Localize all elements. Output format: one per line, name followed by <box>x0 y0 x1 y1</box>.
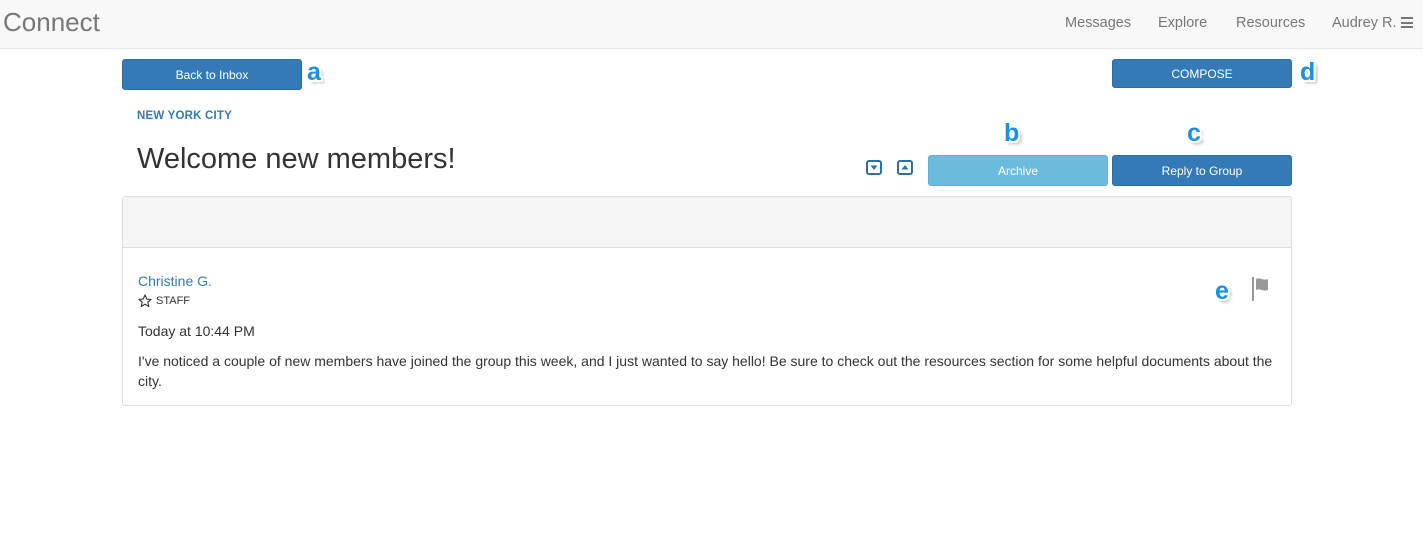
annotation-marker-e: e <box>1215 277 1229 305</box>
chevron-down-icon <box>870 165 878 170</box>
nav-explore[interactable]: Explore <box>1158 15 1207 31</box>
next-message-button[interactable] <box>866 160 882 175</box>
user-menu[interactable]: Audrey R. <box>1332 15 1414 31</box>
app-brand[interactable]: Connect <box>3 7 100 38</box>
annotation-marker-b: b <box>1004 119 1020 147</box>
nav-resources[interactable]: Resources <box>1236 15 1305 31</box>
chevron-up-icon <box>901 165 909 170</box>
star-outline-icon <box>138 294 152 308</box>
author-role-label: STAFF <box>156 295 191 307</box>
previous-message-button[interactable] <box>897 160 913 175</box>
top-navbar: Connect Messages Explore Resources Audre… <box>0 0 1423 49</box>
flag-message-button[interactable] <box>1251 277 1275 301</box>
author-role: STAFF <box>138 294 190 308</box>
annotation-marker-a: a <box>307 58 321 86</box>
message-author[interactable]: Christine G. <box>138 273 212 289</box>
annotation-marker-c: c <box>1187 119 1201 147</box>
message-panel: Christine G. STAFF Today at 10:44 PM I'v… <box>122 196 1292 406</box>
message-timestamp: Today at 10:44 PM <box>138 323 255 339</box>
user-name: Audrey R. <box>1332 15 1397 31</box>
message-body: I've noticed a couple of new members hav… <box>138 353 1273 389</box>
reply-to-group-button[interactable]: Reply to Group <box>1112 155 1292 186</box>
archive-button[interactable]: Archive <box>928 155 1108 186</box>
hamburger-menu-icon[interactable] <box>1401 17 1414 28</box>
nav-messages[interactable]: Messages <box>1065 15 1131 31</box>
group-label[interactable]: NEW YORK CITY <box>137 110 232 122</box>
annotation-marker-d: d <box>1300 58 1316 86</box>
message-panel-heading <box>123 197 1291 248</box>
page-title: Welcome new members! <box>137 143 456 175</box>
compose-button[interactable]: COMPOSE <box>1112 59 1292 88</box>
back-to-inbox-button[interactable]: Back to Inbox <box>122 59 302 90</box>
flag-icon <box>1252 277 1268 301</box>
